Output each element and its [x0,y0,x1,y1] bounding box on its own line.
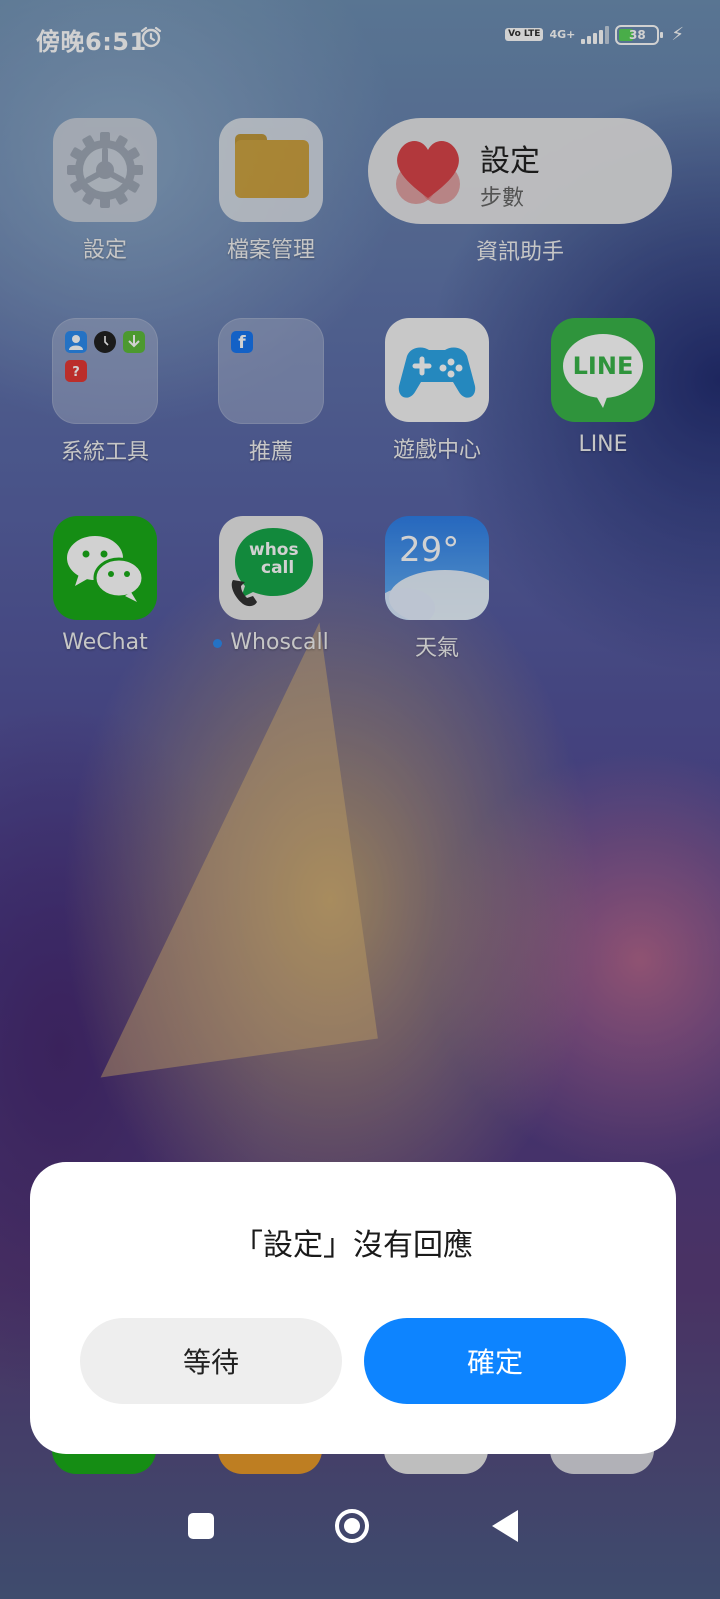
back-button[interactable] [492,1510,518,1542]
navigation-bar [0,1490,720,1560]
home-button[interactable] [334,1508,370,1544]
wait-button[interactable]: 等待 [80,1318,342,1404]
dialog-title: 「設定」沒有回應 [233,1228,473,1263]
recents-button[interactable] [188,1513,214,1539]
app-not-responding-dialog: 「設定」沒有回應 等待 確定 [30,1162,676,1454]
ok-button[interactable]: 確定 [364,1318,626,1404]
